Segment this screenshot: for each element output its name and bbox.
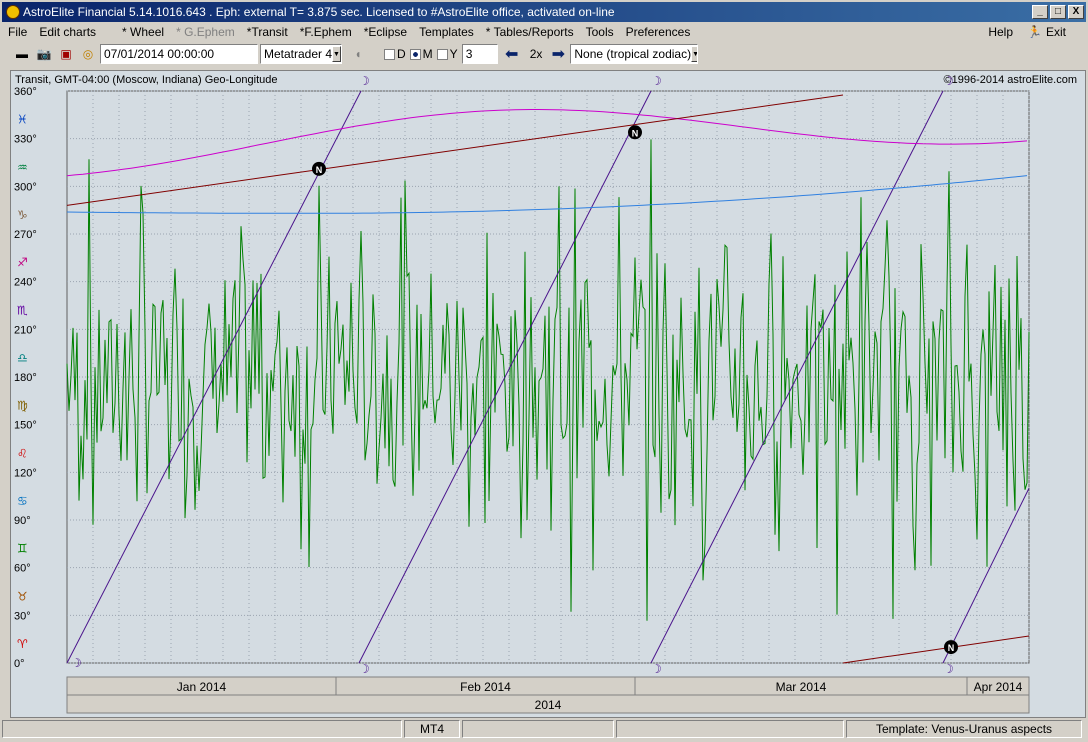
menu-g-ephem[interactable]: * G.Ephem	[176, 25, 235, 39]
month-label: Feb 2014	[460, 680, 511, 694]
zoom-label: 2x	[529, 47, 543, 61]
menu-file[interactable]: File	[8, 25, 27, 39]
moon-glyph-icon: ☽	[943, 74, 954, 88]
status-panel-4	[616, 720, 844, 738]
zodiac-glyph-icon: ♈	[17, 637, 28, 651]
zodiac-glyph-icon: ♐	[17, 256, 28, 270]
zodiac-glyph-icon: ♎	[17, 351, 28, 365]
menu-exit[interactable]: 🏃 Exit	[1027, 25, 1078, 39]
source-select-value: Metatrader 4	[264, 47, 333, 61]
app-window: AstroElite Financial 5.14.1016.643 . Eph…	[0, 0, 1088, 742]
title-bar: AstroElite Financial 5.14.1016.643 . Eph…	[2, 2, 1086, 22]
chart-header-left: Transit, GMT-04:00 (Moscow, Indiana) Geo…	[15, 74, 278, 86]
y-axis: 0° ♈ 30° ♉ 60° ♊ 90° ♋ 120° ♌ 150° ♍ 180° ♎ 210° ♏ 240° ♐…	[14, 86, 37, 670]
arrow-right-icon[interactable]: ➡	[548, 45, 568, 63]
moon-glyph-icon: ☽	[651, 74, 662, 88]
zodiac-glyph-icon: ♌	[17, 446, 28, 460]
source-select[interactable]: Metatrader 4 ▼	[260, 44, 342, 64]
year-checkbox[interactable]	[436, 48, 448, 60]
status-source: MT4	[404, 720, 460, 738]
chart-header-right: ©1996-2014 astroElite.com	[944, 74, 1077, 86]
zodiac-glyph-icon: ♏	[17, 303, 28, 317]
datetime-field[interactable]: 07/01/2014 00:00:00	[100, 44, 258, 64]
chart-canvas[interactable]: Transit, GMT-04:00 (Moscow, Indiana) Geo…	[11, 71, 1085, 717]
zodiac-glyph-icon: ♋	[17, 494, 28, 508]
zodiac-select-value: None (tropical zodiac)	[574, 47, 692, 61]
zodiac-glyph-icon: ♊	[17, 542, 28, 556]
y-tick-label: 270°	[14, 229, 37, 241]
y-tick-label: 330°	[14, 134, 37, 146]
zodiac-glyph-icon: ♉	[17, 589, 28, 603]
zodiac-glyph-icon: ♍	[17, 399, 28, 413]
toolbar: ▬ 📷 ▣ ◎ 07/01/2014 00:00:00 Metatrader 4…	[2, 42, 1086, 66]
menu-exit-label: Exit	[1045, 25, 1066, 39]
menu-tables-reports[interactable]: * Tables/Reports	[486, 25, 574, 39]
arrow-left-icon[interactable]: ⬅	[502, 45, 522, 63]
month-label: Jan 2014	[177, 680, 227, 694]
chevron-down-icon[interactable]: ▼	[332, 46, 341, 62]
day-label: D	[397, 47, 406, 61]
node-label: N	[948, 643, 955, 653]
y-tick-label: 30°	[14, 610, 31, 622]
print-icon[interactable]: ▣	[56, 45, 76, 63]
node-label: N	[632, 128, 639, 138]
menu-tools[interactable]: Tools	[586, 25, 614, 39]
year-label: 2014	[535, 698, 562, 712]
y-tick-label: 60°	[14, 563, 31, 575]
moon-glyph-icon: ☽	[651, 662, 662, 676]
chevron-down-icon[interactable]: ▼	[691, 46, 698, 62]
menu-edit-charts[interactable]: Edit charts	[39, 25, 96, 39]
zodiac-select[interactable]: None (tropical zodiac) ▼	[570, 44, 699, 64]
save-icon[interactable]: ▬	[12, 45, 32, 63]
window-title: AstroElite Financial 5.14.1016.643 . Eph…	[23, 5, 615, 19]
zodiac-glyph-icon: ♓	[17, 113, 28, 127]
moon-glyph-icon: ☽	[71, 656, 82, 670]
y-tick-label: 360°	[14, 86, 37, 98]
app-icon	[6, 5, 20, 19]
exit-icon: 🏃	[1027, 25, 1042, 39]
status-panel-3	[462, 720, 614, 738]
moon-glyph-icon: ☽	[943, 662, 954, 676]
count-field[interactable]: 3	[461, 44, 498, 64]
menu-wheel[interactable]: * Wheel	[122, 25, 164, 39]
day-checkbox[interactable]	[384, 48, 395, 60]
wheel-chart-icon[interactable]: ◎	[78, 45, 98, 63]
camera-icon[interactable]: 📷	[34, 45, 54, 63]
y-tick-label: 300°	[14, 181, 37, 193]
moon-glyph-icon: ☽	[359, 74, 370, 88]
menu-eclipse[interactable]: *Eclipse	[364, 25, 407, 39]
year-label: Y	[449, 47, 458, 61]
zodiac-glyph-icon: ♒	[17, 160, 28, 174]
menu-templates[interactable]: Templates	[419, 25, 474, 39]
menu-help[interactable]: Help	[988, 25, 1013, 39]
month-label: Mar 2014	[776, 680, 827, 694]
status-panel-1	[2, 720, 402, 738]
month-label: M	[422, 47, 433, 61]
node-label: N	[316, 165, 323, 175]
status-template: Template: Venus-Uranus aspects	[846, 720, 1082, 738]
x-axis: Jan 2014 Feb 2014 Mar 2014 Apr 2014 2014	[66, 676, 1030, 714]
month-checkbox[interactable]	[409, 48, 421, 60]
menu-f-ephem[interactable]: *F.Ephem	[300, 25, 352, 39]
moon-glyph-icon: ☽	[359, 662, 370, 676]
transit-chart[interactable]: Transit, GMT-04:00 (Moscow, Indiana) Geo…	[10, 70, 1086, 718]
status-bar: MT4 Template: Venus-Uranus aspects	[2, 720, 1086, 740]
menu-bar: File Edit charts * Wheel * G.Ephem *Tran…	[2, 23, 1086, 41]
close-button[interactable]: X	[1068, 5, 1084, 19]
zodiac-glyph-icon: ♑	[17, 208, 28, 222]
month-label: Apr 2014	[974, 680, 1023, 694]
minimize-button[interactable]: _	[1032, 5, 1048, 19]
moon-phase-icon[interactable]: ◖	[348, 45, 368, 63]
y-tick-label: 90°	[14, 515, 31, 527]
y-tick-label: 0°	[14, 658, 25, 670]
y-tick-label: 180°	[14, 372, 37, 384]
menu-transit[interactable]: *Transit	[247, 25, 288, 39]
menu-preferences[interactable]: Preferences	[626, 25, 691, 39]
y-tick-label: 150°	[14, 420, 37, 432]
y-tick-label: 240°	[14, 277, 37, 289]
maximize-button[interactable]: □	[1050, 5, 1066, 19]
y-tick-label: 210°	[14, 324, 37, 336]
y-tick-label: 120°	[14, 467, 37, 479]
